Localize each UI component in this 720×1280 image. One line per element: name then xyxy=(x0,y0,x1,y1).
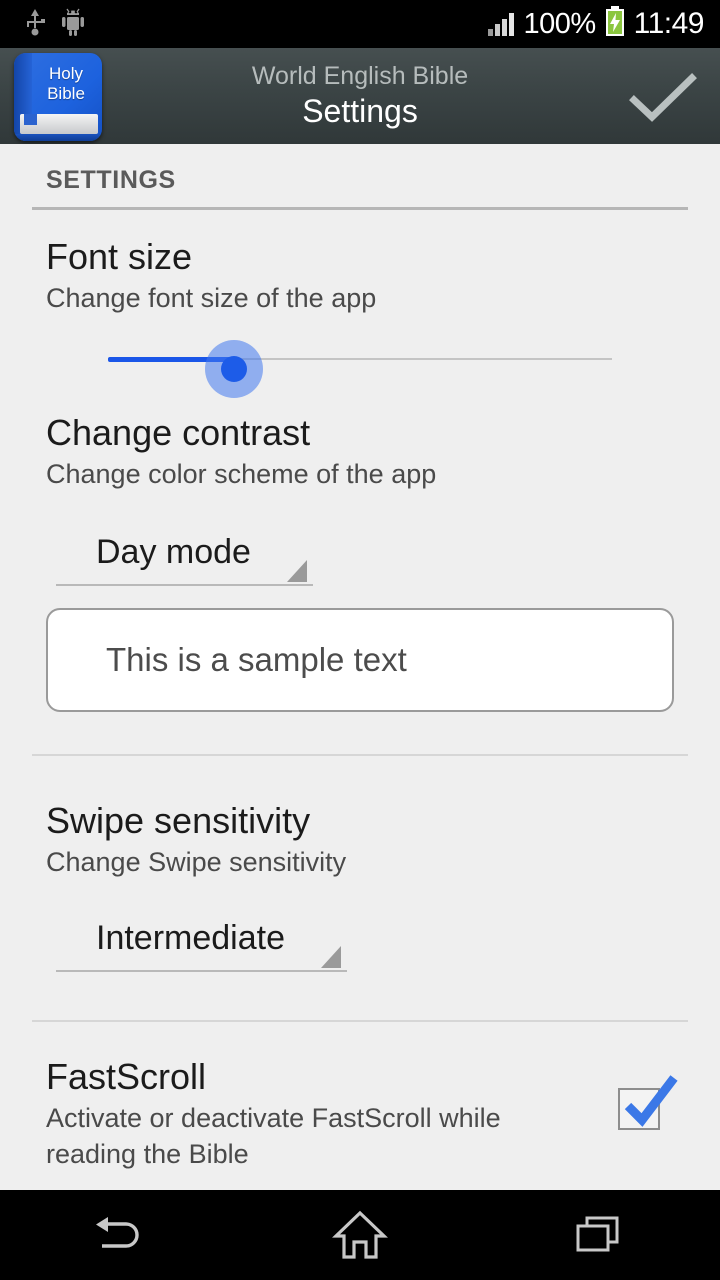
fastscroll-title: FastScroll xyxy=(46,1056,207,1097)
status-bar-left-icons xyxy=(0,7,86,42)
nav-recents-button[interactable] xyxy=(480,1211,720,1259)
status-bar: 100% 11:49 xyxy=(0,0,720,48)
preference-font-size[interactable]: Font size Change font size of the app xyxy=(0,210,720,316)
navigation-bar xyxy=(0,1190,720,1280)
android-debug-icon xyxy=(60,8,86,41)
font-size-slider[interactable] xyxy=(0,316,720,402)
chevron-down-icon xyxy=(321,946,341,968)
preference-change-contrast[interactable]: Change contrast Change color scheme of t… xyxy=(0,402,720,492)
swipe-sensitivity-subtitle: Change Swipe sensitivity xyxy=(46,847,347,877)
contrast-mode-value: Day mode xyxy=(96,533,251,571)
confirm-button[interactable] xyxy=(622,72,702,124)
action-bar-titles: World English Bible Settings xyxy=(0,61,720,131)
chevron-down-icon xyxy=(286,560,307,582)
signal-icon xyxy=(488,12,515,36)
battery-charging-icon xyxy=(605,6,625,42)
nav-home-button[interactable] xyxy=(240,1209,480,1261)
swipe-sensitivity-value: Intermediate xyxy=(96,919,285,957)
swipe-sensitivity-spinner[interactable]: Intermediate xyxy=(56,912,347,972)
contrast-mode-spinner[interactable]: Day mode xyxy=(56,526,313,586)
slider-thumb[interactable] xyxy=(221,356,247,382)
book-base xyxy=(14,134,102,141)
status-bar-right: 100% 11:49 xyxy=(488,6,720,42)
app-subtitle: World English Bible xyxy=(251,62,469,90)
settings-section-header: SETTINGS xyxy=(46,166,176,194)
font-size-subtitle: Change font size of the app xyxy=(46,283,377,313)
fastscroll-subtitle: Activate or deactivate FastScroll while … xyxy=(46,1103,501,1169)
nav-back-button[interactable] xyxy=(0,1212,240,1258)
check-icon xyxy=(618,1074,680,1132)
fastscroll-checkbox[interactable] xyxy=(618,1075,678,1130)
clock-label: 11:49 xyxy=(633,7,705,40)
swipe-sensitivity-title: Swipe sensitivity xyxy=(46,800,311,841)
action-bar: Holy Bible World English Bible Settings xyxy=(0,48,720,144)
change-contrast-title: Change contrast xyxy=(46,412,311,453)
change-contrast-subtitle: Change color scheme of the app xyxy=(46,459,437,489)
font-size-title: Font size xyxy=(46,236,193,277)
page-title: Settings xyxy=(302,93,418,129)
phone-screen: 100% 11:49 Holy Bible World English Bibl… xyxy=(0,0,720,1280)
battery-percent-label: 100% xyxy=(523,7,596,40)
sample-text-label: This is a sample text xyxy=(106,641,407,678)
preference-swipe-sensitivity[interactable]: Swipe sensitivity Change Swipe sensitivi… xyxy=(0,756,720,880)
sample-text-box: This is a sample text xyxy=(46,608,674,712)
settings-list[interactable]: SETTINGS Font size Change font size of t… xyxy=(0,144,720,1190)
preference-fastscroll[interactable]: FastScroll Activate or deactivate FastSc… xyxy=(0,1022,720,1172)
usb-icon xyxy=(24,7,46,42)
